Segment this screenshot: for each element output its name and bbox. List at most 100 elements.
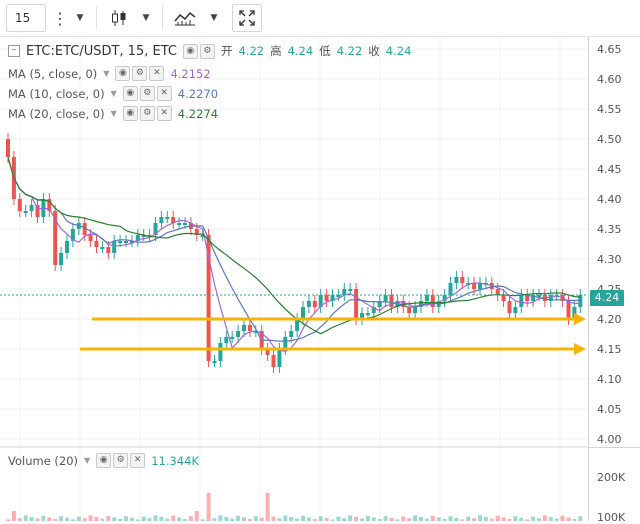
chevron-down-icon[interactable]: ▼ <box>103 69 109 78</box>
volume-bar <box>578 516 583 521</box>
settings-icon[interactable]: ⚙ <box>139 86 155 101</box>
volume-bar <box>448 516 453 521</box>
volume-bar <box>542 515 547 521</box>
chevron-down-icon[interactable]: ▼ <box>70 4 90 32</box>
candle-body <box>413 307 418 313</box>
volume-bar <box>289 517 294 521</box>
candle-body <box>224 337 229 343</box>
volume-bar <box>153 515 158 521</box>
volume-label: Volume (20) <box>8 453 79 468</box>
candle-body <box>383 295 388 301</box>
ma20-legend[interactable]: MA (20, close, 0) ▼ ◉ ⚙ ✕ 4.2274 <box>8 106 218 121</box>
symbol-legend: – ETC:ETC/USDT, 15, ETC ◉ ⚙ 开 4.22 高 4.24 … <box>8 43 411 59</box>
volume-bar <box>560 515 565 521</box>
chart-area[interactable]: – ETC:ETC/USDT, 15, ETC ◉ ⚙ 开 4.22 高 4.24 … <box>0 37 640 521</box>
chevron-down-icon[interactable]: ▼ <box>84 456 90 465</box>
candle-body <box>159 217 164 223</box>
candle-body <box>478 283 482 289</box>
arrow-head-icon <box>574 313 586 325</box>
volume-bar <box>11 511 16 521</box>
ma5-legend[interactable]: MA (5, close, 0) ▼ ◉ ⚙ ✕ 4.2152 <box>8 66 211 81</box>
price-tick: 4.55 <box>597 103 622 116</box>
volume-bar <box>271 516 276 521</box>
volume-bar <box>531 516 536 521</box>
volume-bar <box>76 516 81 521</box>
fullscreen-icon[interactable] <box>232 4 262 32</box>
eye-icon[interactable]: ◉ <box>122 106 138 121</box>
eye-icon[interactable]: ◉ <box>122 86 138 101</box>
volume-bar <box>548 517 553 521</box>
price-tick: 4.40 <box>597 193 622 206</box>
arrow-head-icon <box>574 343 586 355</box>
symbol-title: ETC:ETC/USDT, 15, ETC <box>26 43 177 59</box>
volume-value: 11.344K <box>151 453 199 468</box>
volume-bar <box>501 517 506 521</box>
close-icon[interactable]: ✕ <box>130 453 146 468</box>
settings-icon[interactable]: ⚙ <box>132 66 148 81</box>
volume-bar <box>466 516 471 521</box>
settings-icon[interactable]: ⚙ <box>199 43 215 59</box>
candle-body <box>218 343 223 361</box>
candle-body <box>566 301 571 319</box>
volume-bar <box>124 516 128 521</box>
ma10-value: 4.2270 <box>177 86 219 101</box>
candles-icon[interactable] <box>106 4 132 32</box>
candle-body <box>118 241 123 243</box>
more-vert-icon[interactable]: ⋮ <box>50 4 70 32</box>
collapse-icon[interactable]: – <box>8 45 20 57</box>
candle-body <box>301 307 305 319</box>
close-icon[interactable]: ✕ <box>156 86 172 101</box>
candle-body <box>454 277 459 283</box>
eye-icon[interactable]: ◉ <box>115 66 131 81</box>
price-tick: 4.10 <box>597 373 622 386</box>
ma10-label: MA (10, close, 0) <box>8 86 105 101</box>
candle-body <box>342 289 347 295</box>
volume-bar <box>159 517 164 521</box>
candle-body <box>100 247 105 249</box>
price-tick: 4.00 <box>597 433 622 446</box>
volume-legend[interactable]: Volume (20) ▼ ◉ ⚙ ✕ 11.344K <box>8 453 199 468</box>
chevron-down-icon[interactable]: ▼ <box>111 89 117 98</box>
candle-body <box>289 331 294 337</box>
ma5-label: MA (5, close, 0) <box>8 66 98 81</box>
eye-icon[interactable]: ◉ <box>96 453 112 468</box>
volume-bar <box>106 515 111 521</box>
interval-button[interactable]: 15 <box>6 4 46 32</box>
price-tick: 4.15 <box>597 343 622 356</box>
open-label: 开 <box>220 44 233 58</box>
volume-bar <box>354 517 359 521</box>
candle-body <box>242 325 246 331</box>
chevron-down-icon[interactable]: ▼ <box>204 4 224 32</box>
volume-bar <box>242 517 246 521</box>
candle-body <box>29 205 34 211</box>
volume-bar <box>383 516 388 521</box>
candle-body <box>124 241 128 243</box>
candle-body <box>472 283 477 289</box>
volume-bar <box>436 517 441 521</box>
close-icon[interactable]: ✕ <box>156 106 172 121</box>
volume-bar <box>188 516 193 521</box>
settings-icon[interactable]: ⚙ <box>139 106 155 121</box>
eye-icon[interactable]: ◉ <box>182 43 198 59</box>
volume-bar <box>47 517 52 521</box>
volume-bar <box>236 515 241 521</box>
volume-bar <box>59 516 64 521</box>
price-axis[interactable]: 4.65 4.60 4.55 4.50 4.45 4.40 4.35 4.30 … <box>588 37 640 524</box>
indicators-icon[interactable] <box>172 4 198 32</box>
close-icon[interactable]: ✕ <box>149 66 165 81</box>
volume-bar <box>253 516 258 521</box>
settings-icon[interactable]: ⚙ <box>113 453 129 468</box>
low-value: 4.22 <box>336 44 363 58</box>
chevron-down-icon[interactable]: ▼ <box>111 109 117 118</box>
chevron-down-icon[interactable]: ▼ <box>136 4 156 32</box>
price-tick: 4.30 <box>597 253 622 266</box>
ma20-value: 4.2274 <box>177 106 219 121</box>
ma10-legend[interactable]: MA (10, close, 0) ▼ ◉ ⚙ ✕ 4.2270 <box>8 86 218 101</box>
price-tick: 4.65 <box>597 43 622 56</box>
toolbar-divider <box>162 6 163 30</box>
candle-body <box>106 247 111 253</box>
volume-bar <box>566 517 571 521</box>
volume-tick: 200K <box>597 471 626 484</box>
price-tick: 4.20 <box>597 313 622 326</box>
candle-body <box>283 337 288 349</box>
